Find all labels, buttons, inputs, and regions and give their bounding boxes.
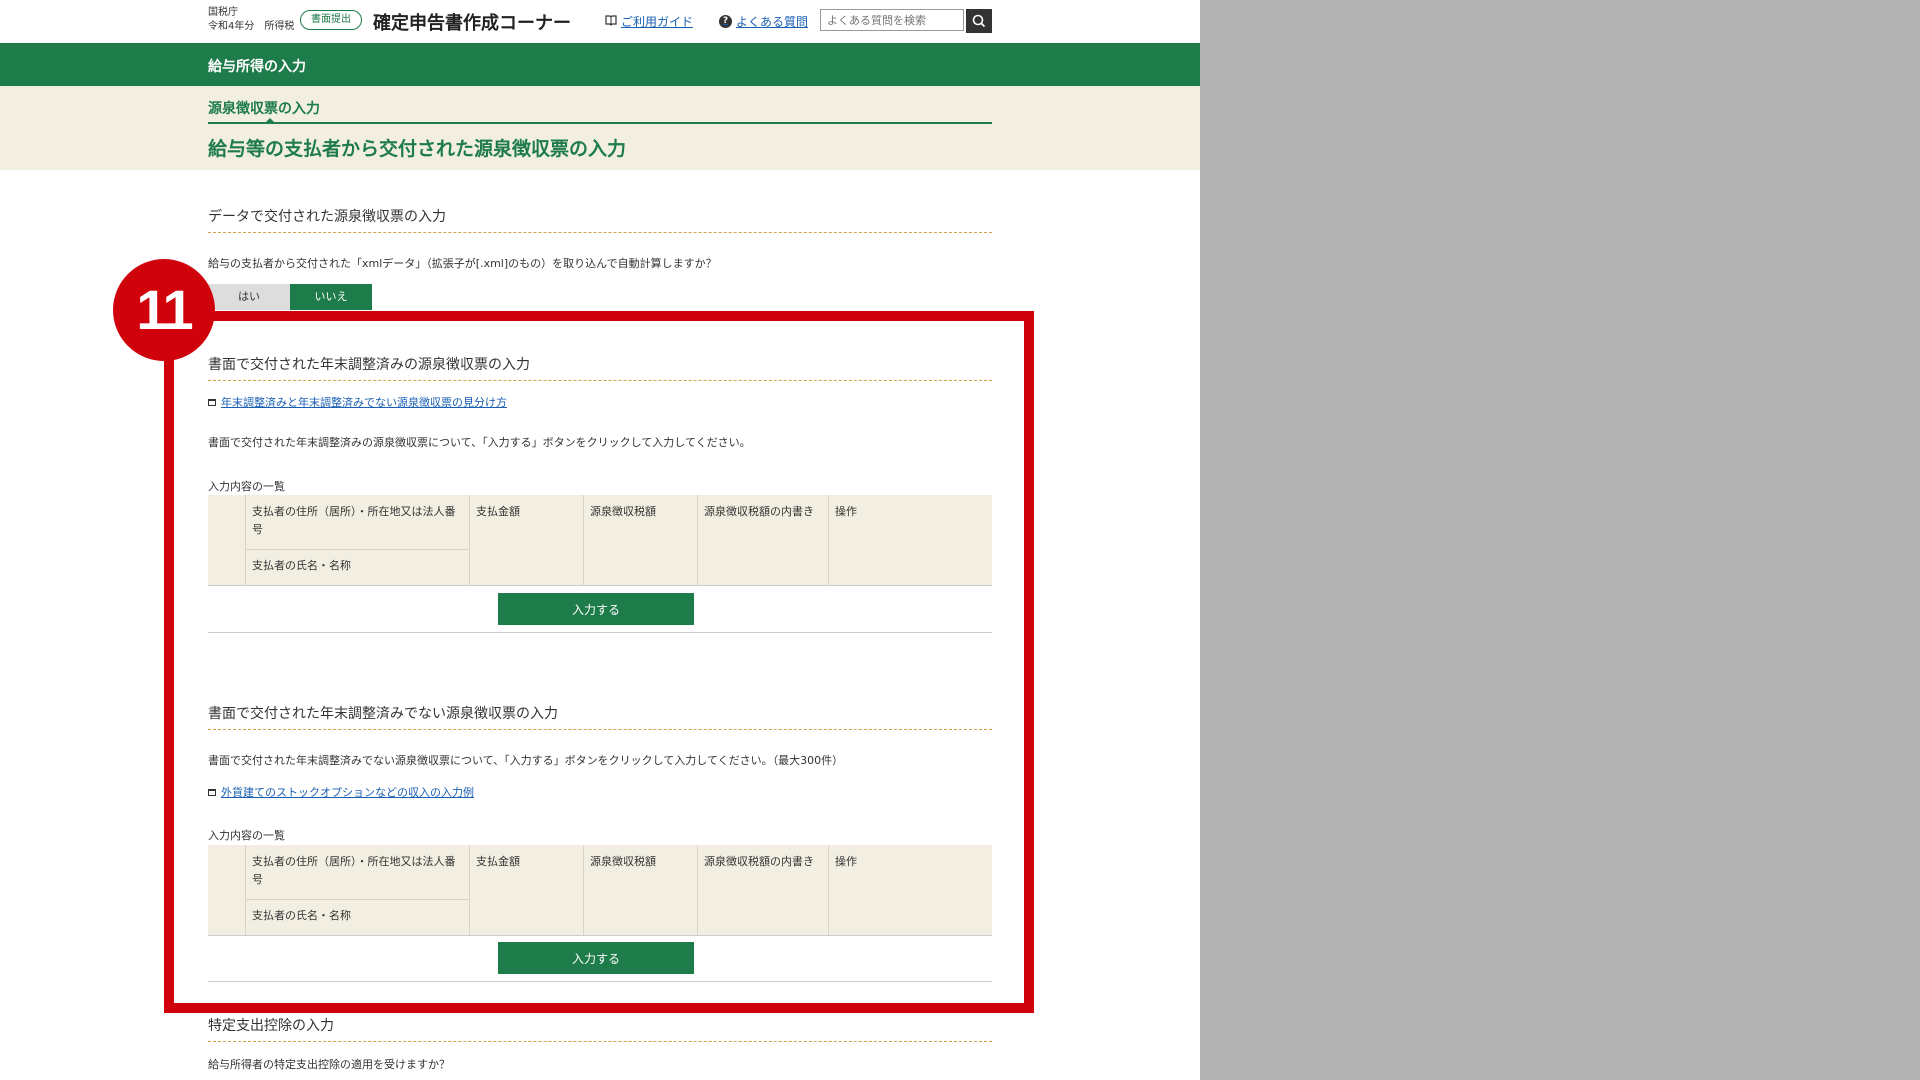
col-withholding: 源泉徴収税額 [590, 505, 656, 518]
stock-option-link[interactable]: 外貨建てのストックオプションなどの収入の入力例 [208, 784, 474, 800]
col-payer-name: 支払者の氏名・名称 [252, 559, 351, 572]
stock-option-link-label: 外貨建てのストックオプションなどの収入の入力例 [221, 786, 474, 799]
section-separator [208, 981, 992, 982]
adjusted-list-label: 入力内容の一覧 [208, 480, 285, 493]
distinguish-link-label: 年末調整済みと年末調整済みでない源泉徴収票の見分け方 [221, 396, 507, 409]
col-divider [828, 845, 829, 935]
col-divider [245, 495, 246, 585]
col-payer-name: 支払者の氏名・名称 [252, 909, 351, 922]
data-section-title: データで交付された源泉徴収票の入力 [208, 206, 992, 233]
adjusted-input-button[interactable]: 入力する [498, 593, 694, 625]
page: 国税庁 令和4年分 所得税 書面提出 確定申告書作成コーナー ご利用ガイド ? … [0, 0, 1200, 1080]
agency-name: 国税庁 [208, 7, 238, 18]
new-window-icon [208, 788, 216, 796]
col-payer-address: 支払者の住所（居所）・所在地又は法人番号 [252, 855, 456, 886]
step-pointer [266, 118, 274, 122]
col-amount: 支払金額 [476, 855, 520, 868]
col-divider [245, 845, 246, 935]
section-separator [208, 632, 992, 633]
col-divider [583, 495, 584, 585]
agency-info: 国税庁 令和4年分 所得税 [208, 6, 294, 34]
row-divider [245, 549, 469, 550]
page-title: 給与等の支払者から交付された源泉徴収票の入力 [208, 138, 627, 160]
col-divider [469, 845, 470, 935]
yes-button[interactable]: はい [208, 284, 290, 310]
col-withholding-detail: 源泉徴収税額の内書き [704, 855, 814, 868]
adjusted-entries-table: 支払者の住所（居所）・所在地又は法人番号 支払者の氏名・名称 支払金額 源泉徴収… [208, 495, 992, 586]
submission-badge: 書面提出 [300, 10, 362, 30]
specific-deduction-title: 特定支出控除の入力 [208, 1015, 992, 1042]
col-divider [469, 495, 470, 585]
unadjusted-section-title: 書面で交付された年末調整済みでない源泉徴収票の入力 [208, 703, 992, 730]
search-icon [966, 14, 992, 36]
col-operation: 操作 [835, 505, 857, 518]
specific-deduction-question: 給与所得者の特定支出控除の適用を受けますか？ [208, 1058, 450, 1071]
unadjusted-description: 書面で交付された年末調整済みでない源泉徴収票について、「入力する」ボタンをクリッ… [208, 754, 844, 767]
col-payer-address: 支払者の住所（居所）・所在地又は法人番号 [252, 505, 456, 536]
unadjusted-entries-table: 支払者の住所（居所）・所在地又は法人番号 支払者の氏名・名称 支払金額 源泉徴収… [208, 845, 992, 936]
section-band: 給与所得の入力 [0, 43, 1200, 86]
step-label: 源泉徴収票の入力 [208, 101, 320, 117]
no-button[interactable]: いいえ [290, 284, 372, 310]
guide-link-label: ご利用ガイド [621, 15, 694, 29]
col-divider [828, 495, 829, 585]
faq-link[interactable]: ? よくある質問 [719, 13, 808, 30]
col-operation: 操作 [835, 855, 857, 868]
col-withholding-detail: 源泉徴収税額の内書き [704, 505, 814, 518]
guide-link[interactable]: ご利用ガイド [605, 13, 693, 30]
search-button[interactable] [966, 9, 992, 33]
col-withholding: 源泉徴収税額 [590, 855, 656, 868]
col-divider [697, 495, 698, 585]
question-icon: ? [719, 15, 732, 28]
adjusted-section-title: 書面で交付された年末調整済みの源泉徴収票の入力 [208, 354, 992, 381]
faq-link-label: よくある質問 [736, 15, 809, 29]
xml-import-toggle: はい いいえ [208, 284, 372, 310]
new-window-icon [208, 398, 216, 406]
distinguish-link[interactable]: 年末調整済みと年末調整済みでない源泉徴収票の見分け方 [208, 394, 507, 410]
step-number-badge: 11 [113, 259, 215, 361]
col-divider [697, 845, 698, 935]
tax-year: 令和4年分 所得税 [208, 21, 295, 32]
col-amount: 支払金額 [476, 505, 520, 518]
site-title: 確定申告書作成コーナー [373, 13, 571, 34]
band-title: 給与所得の入力 [208, 59, 306, 75]
row-divider [245, 899, 469, 900]
unadjusted-list-label: 入力内容の一覧 [208, 829, 285, 842]
book-icon [605, 14, 617, 29]
faq-search-input[interactable] [820, 9, 964, 31]
unadjusted-input-button[interactable]: 入力する [498, 942, 694, 974]
step-band: 源泉徴収票の入力 給与等の支払者から交付された源泉徴収票の入力 [0, 86, 1200, 170]
adjusted-description: 書面で交付された年末調整済みの源泉徴収票について、「入力する」ボタンをクリックし… [208, 436, 751, 449]
col-divider [583, 845, 584, 935]
data-section-question: 給与の支払者から交付された「xmlデータ」（拡張子が[.xml]のもの）を取り込… [208, 257, 717, 270]
step-underline [208, 122, 992, 124]
